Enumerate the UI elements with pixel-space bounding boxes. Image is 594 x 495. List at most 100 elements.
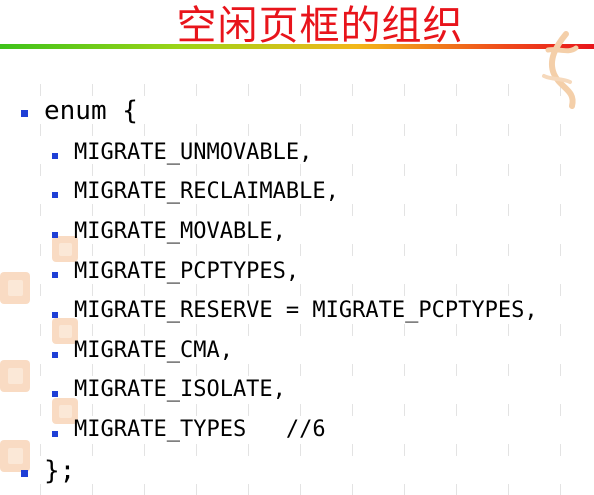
dotted-guide-tick (508, 164, 509, 176)
code-line-item: MIGRATE_PCPTYPES, (74, 259, 300, 284)
bullet-icon (52, 192, 58, 198)
dotted-guide-tick (196, 84, 197, 96)
dotted-guide-tick (300, 124, 301, 136)
dotted-guide-tick (352, 284, 353, 296)
dotted-guide-tick (352, 484, 353, 495)
dotted-guide-tick (404, 244, 405, 256)
dotted-guide-tick (508, 124, 509, 136)
dotted-guide-tick (352, 364, 353, 376)
dotted-guide-tick (92, 484, 93, 495)
dotted-guide-tick (456, 364, 457, 376)
dotted-guide-tick (560, 124, 561, 136)
dotted-guide-tick (248, 444, 249, 456)
bullet-icon (52, 352, 58, 358)
dotted-guide-tick (300, 444, 301, 456)
dotted-guide-tick (352, 84, 353, 96)
dotted-guide-tick (300, 84, 301, 96)
bullet-icon (52, 312, 58, 318)
dotted-guide-tick (352, 404, 353, 416)
dotted-guide-tick (560, 164, 561, 176)
dotted-guide-tick (40, 364, 41, 376)
dotted-guide-tick (508, 444, 509, 456)
code-line-enum-open: enum { (44, 96, 138, 126)
dotted-guide-tick (352, 124, 353, 136)
dotted-guide-tick (40, 204, 41, 216)
dotted-guide-tick (40, 324, 41, 336)
dotted-guide-tick (560, 404, 561, 416)
dotted-guide-tick (404, 364, 405, 376)
dotted-guide-tick (456, 484, 457, 495)
dotted-guide-tick (404, 204, 405, 216)
dotted-guide-tick (508, 364, 509, 376)
dotted-guide-tick (196, 484, 197, 495)
dotted-guide-tick (508, 284, 509, 296)
code-line-item: MIGRATE_MOVABLE, (74, 219, 286, 244)
slide: 空闲页框的组织 enum { MIGRATE_UNMOVABLE, MIGRAT… (0, 0, 594, 495)
dotted-guide-tick (560, 364, 561, 376)
dotted-guide-tick (560, 444, 561, 456)
seal-stamp-decoration (0, 272, 30, 304)
dotted-guide-tick (300, 364, 301, 376)
dotted-guide-tick (508, 404, 509, 416)
bullet-icon (52, 431, 58, 437)
bullet-icon (52, 391, 58, 397)
bullet-icon (52, 153, 58, 159)
dotted-guide-tick (144, 444, 145, 456)
dotted-guide-tick (144, 124, 145, 136)
code-line-item: MIGRATE_ISOLATE, (74, 377, 286, 402)
dotted-guide-tick (404, 124, 405, 136)
dotted-guide-tick (560, 484, 561, 495)
dotted-guide-tick (40, 84, 41, 96)
bullet-icon (52, 232, 58, 238)
dotted-guide-row (0, 484, 594, 495)
dotted-guide-tick (456, 124, 457, 136)
dotted-guide-tick (144, 84, 145, 96)
seal-stamp-decoration (0, 360, 30, 392)
dotted-guide-tick (508, 204, 509, 216)
dotted-guide-tick (40, 284, 41, 296)
dotted-guide-tick (40, 164, 41, 176)
dotted-guide-tick (404, 484, 405, 495)
dotted-guide-tick (248, 124, 249, 136)
dotted-guide-tick (40, 244, 41, 256)
dotted-guide-tick (456, 444, 457, 456)
dotted-guide-tick (352, 444, 353, 456)
dotted-guide-tick (92, 444, 93, 456)
dotted-guide-tick (300, 284, 301, 296)
code-line-item: MIGRATE_RECLAIMABLE, (74, 179, 339, 204)
dotted-guide-tick (456, 404, 457, 416)
dotted-guide-tick (196, 124, 197, 136)
dotted-guide-tick (508, 84, 509, 96)
dotted-guide-tick (404, 404, 405, 416)
dotted-guide-tick (352, 244, 353, 256)
dotted-guide-tick (196, 444, 197, 456)
dotted-guide-tick (456, 164, 457, 176)
dotted-guide-tick (248, 484, 249, 495)
code-line-item: MIGRATE_RESERVE = MIGRATE_PCPTYPES, (74, 298, 538, 323)
dotted-guide-tick (40, 404, 41, 416)
dotted-guide-tick (560, 284, 561, 296)
dotted-guide-tick (40, 484, 41, 495)
dotted-guide-tick (456, 84, 457, 96)
dotted-guide-tick (404, 284, 405, 296)
bullet-icon (21, 470, 28, 477)
code-line-item: MIGRATE_UNMOVABLE, (74, 140, 313, 165)
dotted-guides-decoration (0, 0, 594, 12)
dotted-guide-tick (404, 444, 405, 456)
dotted-guide-tick (40, 124, 41, 136)
dotted-guide-row (0, 444, 594, 456)
dotted-guide-tick (560, 324, 561, 336)
bullet-icon (21, 110, 28, 117)
title-underline-gradient (0, 44, 594, 49)
code-line-item: MIGRATE_CMA, (74, 338, 233, 363)
dotted-guide-tick (352, 164, 353, 176)
seal-stamp-decoration (0, 440, 30, 472)
brush-stroke-decoration (542, 31, 579, 109)
dotted-guide-tick (404, 164, 405, 176)
dotted-guide-tick (560, 244, 561, 256)
dotted-guide-tick (300, 484, 301, 495)
bullet-icon (52, 272, 58, 278)
dotted-guide-tick (248, 84, 249, 96)
dotted-guide-tick (456, 204, 457, 216)
dotted-guide-tick (404, 84, 405, 96)
